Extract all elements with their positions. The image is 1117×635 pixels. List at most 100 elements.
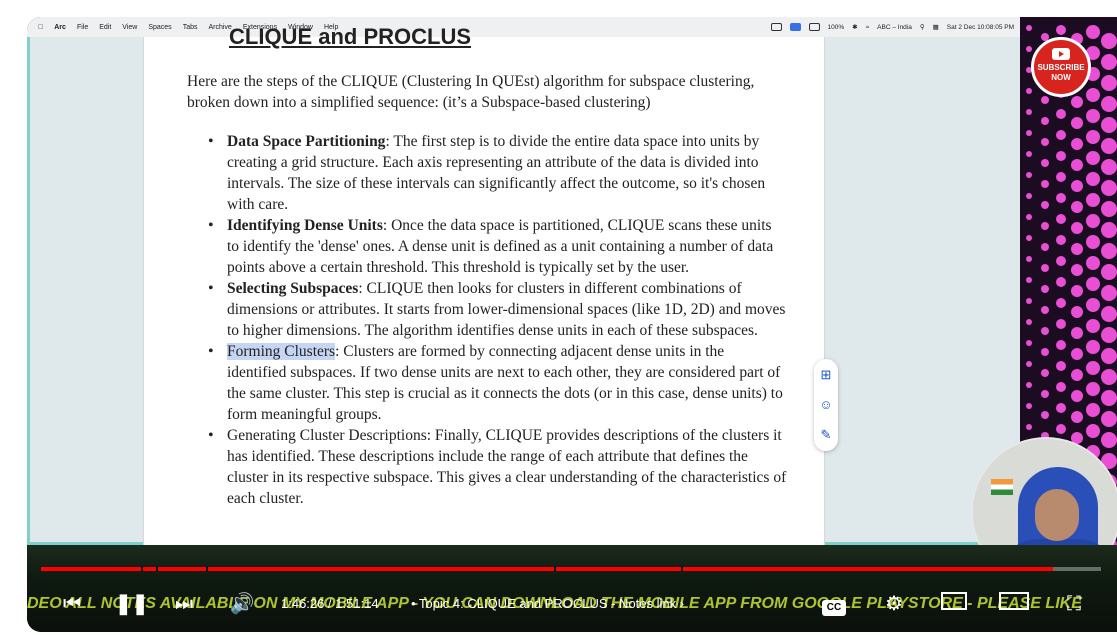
menu-tabs[interactable]: Tabs xyxy=(183,24,198,31)
wifi-icon[interactable]: ≈ xyxy=(866,24,870,31)
menubar-status: 100% ✱ ≈ ABC – India ⚲ ▦ Sat 2 Dec 10:08… xyxy=(770,17,1014,37)
time-current: 1:46:26 xyxy=(281,596,325,611)
decorative-dot xyxy=(1041,138,1049,146)
document-page: CLIQUE and PROCLUS Here are the steps of… xyxy=(143,26,825,545)
decorative-dot xyxy=(1086,277,1100,291)
next-icon[interactable]: ⏭ xyxy=(169,589,199,619)
decorative-dot xyxy=(1041,159,1049,167)
decorative-dot xyxy=(1056,340,1066,350)
decorative-dot xyxy=(1071,180,1083,192)
decorative-dot xyxy=(1086,151,1100,165)
progress-bar[interactable] xyxy=(41,567,1101,571)
decorative-dot xyxy=(1071,411,1083,423)
decorative-dot xyxy=(1026,193,1032,199)
decorative-dot xyxy=(1086,403,1100,417)
decorative-dot xyxy=(1101,327,1117,343)
decorative-dot xyxy=(1086,340,1100,354)
subscribe-now-label: NOW xyxy=(1051,73,1071,82)
decorative-dot xyxy=(1041,180,1049,188)
menu-edit[interactable]: Edit xyxy=(99,24,111,31)
step-title: Selecting Subspaces xyxy=(227,280,359,297)
cast-icon[interactable] xyxy=(808,23,820,31)
cc-label: CC xyxy=(822,600,846,616)
spotlight-icon[interactable]: ⚲ xyxy=(920,23,925,31)
decorative-dot xyxy=(1071,117,1083,129)
decorative-dot xyxy=(1026,256,1032,262)
decorative-dot xyxy=(1101,138,1117,154)
settings-gear-icon[interactable]: ⚙ xyxy=(879,589,909,619)
decorative-dot xyxy=(1071,285,1083,297)
decorative-dot xyxy=(1101,222,1117,238)
menu-arc[interactable]: Arc xyxy=(54,24,66,31)
decorative-dot xyxy=(1071,159,1083,171)
previous-icon[interactable]: ⏮ xyxy=(57,589,87,619)
decorative-dot xyxy=(1071,222,1083,234)
decorative-dot xyxy=(1086,130,1100,144)
decorative-dot xyxy=(1056,25,1066,35)
screen-record-icon[interactable] xyxy=(770,23,782,31)
chapter-title[interactable]: • Topic 4: CLIQUE and PROCLUS - Notes li… xyxy=(411,589,684,619)
bluetooth-icon[interactable]: ✱ xyxy=(852,23,857,31)
suggest-edit-icon[interactable]: ✎ xyxy=(818,427,834,443)
list-item: Generating Cluster Descriptions: Finally… xyxy=(208,425,787,509)
video-player[interactable]:  Arc File Edit View Spaces Tabs Archive… xyxy=(27,17,1117,632)
decorative-dot xyxy=(1101,117,1117,133)
step-title: Data Space Partitioning xyxy=(227,133,386,150)
subscribe-badge[interactable]: SUBSCRIBE NOW xyxy=(1031,37,1091,97)
emoji-reaction-icon[interactable]: ☺ xyxy=(818,397,834,413)
apple-icon[interactable]:  xyxy=(38,24,43,31)
decorative-dot xyxy=(1056,130,1066,140)
menu-spaces[interactable]: Spaces xyxy=(148,24,171,31)
decorative-dot xyxy=(1101,243,1117,259)
decorative-dot xyxy=(1026,382,1032,388)
decorative-dot xyxy=(1026,403,1032,409)
decorative-dot xyxy=(1041,411,1049,419)
decorative-dot xyxy=(1071,138,1083,150)
decorative-dot xyxy=(1056,214,1066,224)
time-separator: / xyxy=(324,596,336,611)
decorative-dot xyxy=(1056,277,1066,287)
list-item: Data Space Partitioning: The first step … xyxy=(208,131,787,215)
volume-icon[interactable]: 🔊 xyxy=(227,589,257,619)
menu-file[interactable]: File xyxy=(77,24,88,31)
comment-toolbar: ⊞ ☺ ✎ xyxy=(814,359,838,451)
decorative-dot xyxy=(1086,298,1100,312)
highlighted-step-title[interactable]: Forming Clusters xyxy=(227,343,336,360)
control-center-icon[interactable]: ▦ xyxy=(933,23,939,31)
decorative-dot xyxy=(1056,424,1066,434)
decorative-dot xyxy=(1056,151,1066,161)
steps-list: Data Space Partitioning: The first step … xyxy=(187,131,787,509)
decorative-dot xyxy=(1056,109,1066,119)
decorative-dot xyxy=(1026,109,1032,115)
decorative-dot xyxy=(1101,264,1117,280)
control-bar: ⏮ ❚❚ ⏭ 🔊 1:46:26 / 1:51:14 • Topic 4: CL… xyxy=(27,589,1117,619)
decorative-dot xyxy=(1041,264,1049,272)
miniplayer-icon[interactable] xyxy=(939,589,969,619)
add-comment-icon[interactable]: ⊞ xyxy=(818,367,834,383)
step-title: Identifying Dense Units xyxy=(227,217,383,234)
decorative-dot xyxy=(1071,348,1083,360)
decorative-dot xyxy=(1056,256,1066,266)
step-text: Generating Cluster Descriptions: Finally… xyxy=(227,427,787,507)
theater-mode-icon[interactable] xyxy=(999,589,1029,619)
clock[interactable]: Sat 2 Dec 10:08:05 PM xyxy=(947,24,1014,31)
decorative-dot xyxy=(1071,327,1083,339)
decorative-dot xyxy=(1071,369,1083,381)
decorative-dot xyxy=(1041,117,1049,125)
menu-view[interactable]: View xyxy=(122,24,137,31)
pause-icon[interactable]: ❚❚ xyxy=(115,589,149,619)
input-source[interactable]: ABC – India xyxy=(877,24,912,31)
intro-paragraph: Here are the steps of the CLIQUE (Cluste… xyxy=(187,73,755,111)
document-viewer: CLIQUE and PROCLUS Here are the steps of… xyxy=(27,26,1020,545)
fullscreen-icon[interactable]: ⛶ xyxy=(1059,589,1089,619)
decorative-dot xyxy=(1101,369,1117,385)
captions-button[interactable]: CC xyxy=(819,589,849,619)
decorative-dot xyxy=(1026,424,1032,430)
decorative-dot xyxy=(1101,390,1117,406)
display-icon[interactable] xyxy=(789,23,801,31)
decorative-dot xyxy=(1041,390,1049,398)
decorative-dot xyxy=(1101,96,1117,112)
player-controls-area: DEO ALL NOTES AVAILABLE ON MY MOBILE APP… xyxy=(27,545,1117,632)
decorative-dot xyxy=(1041,243,1049,251)
decorative-dot xyxy=(1041,348,1049,356)
